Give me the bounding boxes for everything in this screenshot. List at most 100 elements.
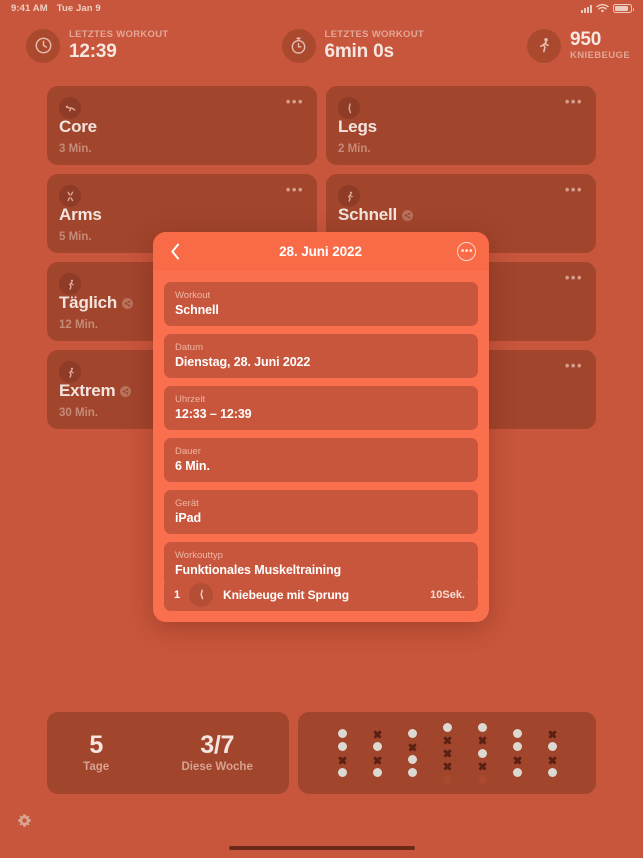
week-progress-label: Diese Woche	[181, 761, 253, 773]
workout-detail-modal: 28. Juni 2022 ••• Workout Schnell Datum …	[153, 232, 489, 622]
card-title-text: Arms	[59, 205, 102, 224]
activity-grid-panel[interactable]	[298, 712, 596, 794]
stat-last-workout-time[interactable]: LETZTES WORKOUT 12:39	[26, 28, 169, 63]
activity-cross-icon	[547, 729, 558, 738]
modal-header: 28. Juni 2022 •••	[153, 232, 489, 271]
card-duration: 2 Min.	[338, 143, 371, 155]
activity-column	[371, 729, 384, 777]
streak-days: 5 Tage	[83, 731, 109, 775]
cellular-signal-icon	[581, 4, 592, 13]
card-title-text: Schnell	[338, 205, 398, 224]
activity-dot	[337, 729, 347, 738]
card-menu-button[interactable]: •••	[565, 359, 583, 372]
squat-jump-icon	[59, 273, 81, 295]
field-value: iPad	[175, 511, 201, 525]
card-title: Arms	[59, 205, 102, 225]
status-bar-right	[581, 3, 634, 14]
field-uhrzeit[interactable]: Uhrzeit 12:33 – 12:39	[164, 386, 478, 430]
card-menu-button[interactable]: •••	[565, 271, 583, 284]
activity-cross-icon	[477, 736, 488, 745]
squat-jump-icon	[59, 361, 81, 383]
workout-card-legs[interactable]: ••• Legs 2 Min.	[326, 86, 596, 165]
gear-icon[interactable]	[17, 813, 32, 828]
activity-cross-icon	[547, 755, 558, 764]
card-menu-button[interactable]: •••	[565, 183, 583, 196]
activity-dot	[512, 729, 522, 738]
activity-cross-icon	[477, 762, 488, 771]
activity-dot	[337, 742, 347, 751]
card-title: Täglich	[59, 293, 134, 313]
arms-icon	[59, 185, 81, 207]
card-title-text: Core	[59, 117, 97, 136]
status-date: Tue Jan 9	[56, 3, 101, 14]
streak-days-label: Tage	[83, 761, 110, 773]
card-duration: 3 Min.	[59, 143, 92, 155]
clock-icon	[26, 28, 60, 63]
card-title-text: Legs	[338, 117, 377, 136]
stat-label: LETZTES WORKOUT	[69, 29, 169, 40]
stat-label: KNIEBEUGE	[570, 50, 631, 61]
activity-cross-icon	[442, 762, 453, 771]
activity-dot-inactive	[442, 774, 452, 784]
activity-dot	[407, 768, 417, 777]
activity-column	[441, 722, 454, 784]
workout-card-core[interactable]: ••• Core 3 Min.	[47, 86, 317, 165]
activity-dot	[407, 729, 417, 738]
exercise-name: Kniebeuge mit Sprung	[223, 587, 350, 602]
week-progress: 3/7 Diese Woche	[181, 731, 252, 775]
activity-column	[406, 729, 419, 777]
card-duration: 5 Min.	[59, 231, 92, 243]
activity-column	[511, 729, 524, 777]
activity-dot	[372, 768, 382, 777]
card-title: Legs	[338, 117, 377, 137]
activity-cross-icon	[372, 755, 383, 764]
activity-dot	[372, 742, 382, 751]
activity-dot	[512, 768, 522, 777]
streak-days-number: 5	[89, 731, 103, 759]
streak-panel[interactable]: 5 Tage 3/7 Diese Woche	[47, 712, 289, 794]
activity-column	[546, 729, 559, 777]
field-label: Workout	[175, 290, 211, 301]
stat-total-squats[interactable]: KNIEBEUGE 950	[527, 28, 631, 63]
stat-last-workout-duration[interactable]: LETZTES WORKOUT 6min 0s	[281, 28, 425, 63]
stat-label: LETZTES WORKOUT	[324, 29, 424, 40]
card-menu-button[interactable]: •••	[565, 95, 583, 108]
field-label: Workouttyp	[175, 550, 223, 561]
activity-cross-icon	[407, 742, 418, 751]
field-label: Dauer	[175, 446, 201, 457]
activity-dot	[477, 748, 487, 758]
chevron-left-icon[interactable]	[166, 243, 184, 261]
activity-dot	[407, 755, 417, 764]
activity-dot	[337, 768, 347, 777]
field-geraet[interactable]: Gerät iPad	[164, 490, 478, 534]
leg-raise-icon	[338, 97, 360, 119]
card-title-text: Täglich	[59, 293, 118, 312]
card-title: Extrem	[59, 381, 132, 401]
exercise-row[interactable]: 1 Kniebeuge mit Sprung 10Sek.	[164, 578, 478, 611]
wifi-icon	[596, 3, 609, 13]
exercise-number: 1	[174, 588, 181, 601]
field-value: 12:33 – 12:39	[175, 407, 252, 421]
activity-column	[476, 722, 489, 784]
card-menu-button[interactable]: •••	[286, 95, 304, 108]
ellipsis-circle-icon[interactable]: •••	[456, 242, 476, 261]
field-value: Schnell	[175, 303, 219, 317]
stopwatch-icon	[281, 28, 316, 63]
runner-icon	[527, 28, 561, 63]
activity-dot-grid	[298, 712, 596, 794]
top-summary-bar: LETZTES WORKOUT 12:39 LETZTES WORKOUT 6m…	[0, 17, 643, 74]
shared-icon	[402, 209, 414, 221]
week-progress-number: 3/7	[200, 731, 235, 759]
status-time: 9:41 AM	[11, 3, 48, 14]
card-title: Schnell	[338, 205, 414, 225]
card-menu-button[interactable]: •••	[286, 183, 304, 196]
field-label: Datum	[175, 342, 203, 353]
modal-fields: Workout Schnell Datum Dienstag, 28. Juni…	[153, 271, 489, 586]
activity-cross-icon	[337, 755, 348, 764]
field-dauer[interactable]: Dauer 6 Min.	[164, 438, 478, 482]
bottom-stats: 5 Tage 3/7 Diese Woche	[47, 712, 596, 794]
field-datum[interactable]: Datum Dienstag, 28. Juni 2022	[164, 334, 478, 378]
field-workout[interactable]: Workout Schnell	[164, 282, 478, 326]
activity-dot	[442, 722, 452, 732]
activity-dot	[547, 742, 557, 751]
